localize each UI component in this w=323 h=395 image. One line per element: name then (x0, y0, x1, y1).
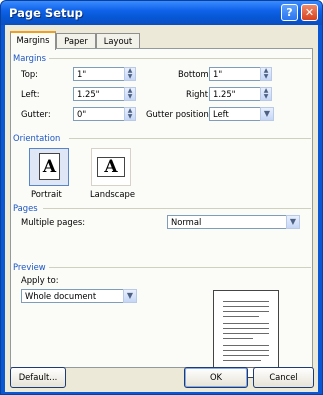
spin-down-icon: ▼ (127, 113, 133, 120)
multiple-pages-select[interactable]: Normal (167, 215, 287, 229)
portrait-page-icon: A (39, 153, 60, 180)
tab-layout[interactable]: Layout (96, 33, 140, 49)
preview-line (223, 306, 269, 307)
left-margin-spinner[interactable]: ▲ ▼ (124, 87, 136, 101)
preview-line (223, 311, 269, 312)
pages-divider (43, 208, 311, 209)
multiple-pages-label: Multiple pages: (21, 217, 86, 227)
title-bar: Page Setup ? ✕ (1, 1, 322, 25)
gutter-label: Gutter: (21, 109, 51, 119)
apply-to-select[interactable]: Whole document (21, 289, 124, 303)
default-button[interactable]: Default... (10, 367, 66, 388)
spin-down-icon: ▼ (127, 73, 133, 80)
preview-line (223, 338, 253, 339)
bottom-label: Bottom: (178, 69, 212, 79)
orientation-section-title: Orientation (13, 133, 61, 143)
close-button[interactable]: ✕ (301, 4, 318, 21)
spin-down-icon: ▼ (263, 73, 269, 80)
right-margin-input[interactable]: 1.25" (209, 87, 261, 101)
gutter-position-label: Gutter position: (146, 109, 212, 119)
top-label: Top: (21, 69, 38, 79)
dialog-title: Page Setup (9, 6, 83, 20)
preview-line (223, 350, 269, 351)
preview-line (223, 345, 269, 346)
gutter-position-dropdown-icon[interactable]: ▼ (260, 107, 274, 121)
ok-button[interactable]: OK (184, 367, 248, 388)
gutter-spinner[interactable]: ▲ ▼ (124, 107, 136, 121)
preview-line (223, 355, 269, 356)
preview-divider (49, 267, 311, 268)
tab-margins[interactable]: Margins (10, 31, 56, 50)
margins-section-title: Margins (13, 53, 46, 63)
orientation-divider (69, 138, 311, 139)
preview-section-title: Preview (13, 262, 46, 272)
gutter-position-select[interactable]: Left (209, 107, 261, 121)
page-preview (213, 290, 279, 378)
multiple-pages-dropdown-icon[interactable]: ▼ (286, 215, 300, 229)
portrait-button[interactable]: A (29, 148, 69, 186)
gutter-input[interactable]: 0" (73, 107, 125, 121)
preview-line (223, 333, 269, 334)
landscape-label: Landscape (90, 189, 135, 199)
bottom-margin-input[interactable]: 1" (209, 67, 261, 81)
preview-line (223, 323, 269, 324)
landscape-button[interactable]: A (91, 148, 131, 186)
right-margin-spinner[interactable]: ▲ ▼ (260, 87, 272, 101)
landscape-page-icon: A (97, 157, 125, 177)
cancel-button[interactable]: Cancel (253, 367, 314, 388)
margins-divider (49, 58, 311, 59)
pages-section-title: Pages (13, 203, 38, 213)
portrait-label: Portrait (31, 189, 62, 199)
preview-line (223, 316, 259, 317)
spin-down-icon: ▼ (127, 93, 133, 100)
dialog-body: Margins Paper Layout Margins Top: 1" ▲ ▼ … (5, 25, 318, 392)
page-setup-dialog: Page Setup ? ✕ Margins Paper Layout Marg… (0, 0, 323, 395)
help-button[interactable]: ? (281, 4, 298, 21)
preview-line (223, 328, 269, 329)
top-margin-input[interactable]: 1" (73, 67, 125, 81)
preview-line (223, 360, 261, 361)
preview-line (223, 301, 269, 302)
spin-down-icon: ▼ (263, 93, 269, 100)
top-margin-spinner[interactable]: ▲ ▼ (124, 67, 136, 81)
margins-panel: Margins Top: 1" ▲ ▼ Bottom: 1" ▲ ▼ Left: 1… (10, 48, 313, 378)
tab-paper[interactable]: Paper (56, 33, 96, 49)
left-label: Left: (21, 89, 40, 99)
apply-to-label: Apply to: (21, 275, 59, 285)
right-label: Right: (186, 89, 211, 99)
left-margin-input[interactable]: 1.25" (73, 87, 125, 101)
bottom-margin-spinner[interactable]: ▲ ▼ (260, 67, 272, 81)
apply-to-dropdown-icon[interactable]: ▼ (123, 289, 137, 303)
